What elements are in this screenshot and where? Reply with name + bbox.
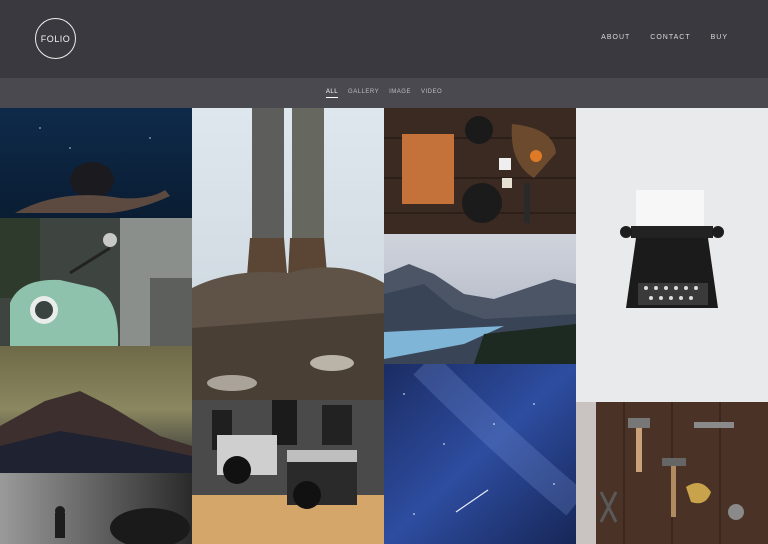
- site-header: FOLIO ABOUT CONTACT BUY: [0, 0, 768, 78]
- hiker-boots-image: [192, 108, 384, 400]
- gallery-tile-typewriter[interactable]: [576, 108, 768, 402]
- filter-video[interactable]: VIDEO: [421, 89, 442, 97]
- night-sky-image: [384, 364, 576, 544]
- filter-image[interactable]: IMAGE: [389, 89, 411, 97]
- nav-contact-link[interactable]: CONTACT: [650, 34, 690, 41]
- mountain-peak-image: [0, 346, 192, 473]
- green-scooter-image: [0, 218, 192, 346]
- gallery-tile-scooter[interactable]: [0, 218, 192, 346]
- top-navigation: ABOUT CONTACT BUY: [601, 34, 728, 41]
- filter-gallery[interactable]: GALLERY: [348, 89, 379, 97]
- nav-buy-link[interactable]: BUY: [711, 34, 728, 41]
- mountain-lake-image: [384, 234, 576, 364]
- gallery-filter-bar: ALL GALLERY IMAGE VIDEO: [0, 78, 768, 108]
- masonry-gallery: [0, 108, 768, 544]
- gallery-tile-desk-flatlay[interactable]: [384, 108, 576, 234]
- folio-logo[interactable]: FOLIO: [35, 18, 76, 59]
- gallery-tile-hiker-boots[interactable]: [192, 108, 384, 400]
- gallery-tile-night-sky[interactable]: [384, 364, 576, 544]
- nav-about-link[interactable]: ABOUT: [601, 34, 630, 41]
- tools-on-wood-image: [576, 402, 768, 544]
- gallery-tile-cameras[interactable]: [192, 400, 384, 544]
- gallery-tile-tools[interactable]: [576, 402, 768, 544]
- swimmer-underwater-image: [0, 108, 192, 218]
- filter-all[interactable]: ALL: [325, 89, 339, 98]
- gallery-tile-diver[interactable]: [0, 473, 192, 544]
- desk-flatlay-image: [384, 108, 576, 234]
- vintage-cameras-image: [192, 400, 384, 544]
- diver-image: [0, 473, 192, 544]
- typewriter-image: [576, 108, 768, 402]
- gallery-tile-swimmer[interactable]: [0, 108, 192, 218]
- gallery-tile-mountain-fog[interactable]: [0, 346, 192, 473]
- gallery-tile-mountain-lake[interactable]: [384, 234, 576, 364]
